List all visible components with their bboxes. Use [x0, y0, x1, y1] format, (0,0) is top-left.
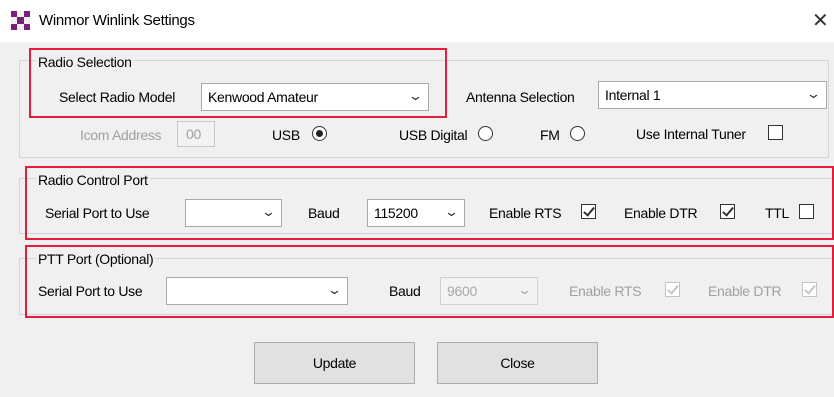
chevron-down-icon: ⌄ [806, 86, 822, 101]
icom-address-label: Icom Address [80, 127, 162, 143]
internal-tuner-checkbox[interactable] [768, 125, 783, 140]
highlight-ptt-port [25, 245, 834, 318]
usb-label: USB [272, 127, 300, 143]
highlight-radio-selection [29, 48, 447, 118]
usb-digital-label: USB Digital [399, 127, 468, 143]
app-icon [11, 11, 30, 30]
close-icon[interactable]: ✕ [812, 8, 829, 33]
fm-label: FM [540, 127, 560, 143]
icom-address-field[interactable]: 00 [177, 121, 215, 147]
window-title: Winmor Winlink Settings [39, 12, 195, 29]
highlight-radio-control-port [25, 166, 834, 240]
antenna-value: Internal 1 [605, 87, 661, 103]
close-button[interactable]: Close [437, 342, 598, 384]
usb-radio[interactable] [312, 126, 327, 141]
internal-tuner-label: Use Internal Tuner [636, 126, 746, 142]
fm-radio[interactable] [570, 126, 585, 141]
antenna-selection-label: Antenna Selection [466, 89, 575, 105]
update-button[interactable]: Update [254, 342, 415, 384]
antenna-select[interactable]: Internal 1 ⌄ [598, 81, 827, 109]
usb-digital-radio[interactable] [478, 126, 493, 141]
title-bar: Winmor Winlink Settings ✕ [0, 0, 834, 42]
